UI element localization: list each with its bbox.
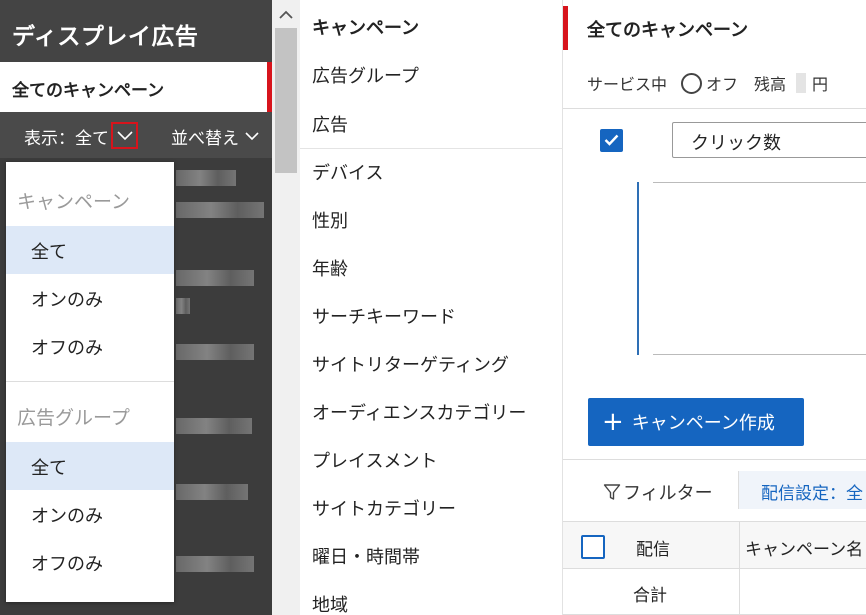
blurred-list-item xyxy=(176,298,190,314)
nav-item-region[interactable]: 地域 xyxy=(312,591,348,615)
balance-currency: 円 xyxy=(812,75,829,94)
select-all-checkbox[interactable] xyxy=(581,535,605,559)
sort-label: 並べ替え xyxy=(171,129,239,149)
check-icon xyxy=(604,134,619,146)
total-label: 合計 xyxy=(633,586,667,606)
sidebar-title: ディスプレイ広告 xyxy=(0,0,272,62)
blurred-list-item xyxy=(176,344,254,360)
column-divider xyxy=(739,522,740,570)
divider xyxy=(563,459,866,460)
report-type-nav: キャンペーン 広告グループ 広告 デバイス 性別 年齢 サーチキーワード サイト… xyxy=(300,0,563,615)
metric-select[interactable]: クリック数 xyxy=(672,122,866,158)
current-campaign-selector[interactable]: 全てのキャンペーン xyxy=(0,62,272,112)
nav-item-campaign[interactable]: キャンペーン xyxy=(312,14,419,40)
divider xyxy=(563,108,866,109)
blurred-balance-value xyxy=(796,73,807,93)
column-divider xyxy=(739,569,740,615)
main-panel: 全てのキャンペーン サービス中 オフ 残高 円 クリック数 + キャンペーン作成… xyxy=(563,0,866,615)
nav-item-day-time[interactable]: 曜日・時間帯 xyxy=(312,543,420,569)
scrollbar-thumb[interactable] xyxy=(275,28,297,173)
nav-item-placement[interactable]: プレイスメント xyxy=(312,447,437,473)
active-indicator xyxy=(563,6,568,50)
nav-item-device[interactable]: デバイス xyxy=(312,159,383,185)
nav-item-site-category[interactable]: サイトカテゴリー xyxy=(312,495,456,521)
chevron-down-icon xyxy=(116,130,133,140)
dropdown-option-campaign-on[interactable]: オンのみ xyxy=(6,274,174,322)
sidebar-scrollbar[interactable] xyxy=(272,0,300,615)
page-title: 全てのキャンペーン xyxy=(587,20,749,41)
off-radio[interactable] xyxy=(681,72,703,94)
show-filter[interactable]: 表示：全て xyxy=(24,122,138,149)
dropdown-option-adgroup-on[interactable]: オンのみ xyxy=(6,490,174,538)
nav-item-ad[interactable]: 広告 xyxy=(312,111,348,137)
chart-gridline xyxy=(653,354,866,355)
dropdown-section-header: 広告グループ xyxy=(17,407,130,429)
nav-item-audience-category[interactable]: オーディエンスカテゴリー xyxy=(312,399,526,425)
metric-checkbox[interactable] xyxy=(600,128,623,152)
table-header: 配信 キャンペーン名 xyxy=(563,521,866,570)
filter-icon xyxy=(603,484,621,500)
column-header-campaign-name[interactable]: キャンペーン名 xyxy=(745,535,863,560)
sidebar-toolbar: 表示：全て 並べ替え xyxy=(0,112,272,158)
show-filter-label: 表示：全て xyxy=(24,129,109,149)
scroll-up-arrow-icon[interactable] xyxy=(279,10,293,19)
status-row: サービス中 オフ 残高 円 xyxy=(587,71,828,95)
blurred-list-item xyxy=(176,170,236,186)
blurred-list-item xyxy=(176,556,254,572)
column-header-delivery[interactable]: 配信 xyxy=(636,535,670,560)
nav-item-search-keyword[interactable]: サーチキーワード xyxy=(312,303,456,329)
create-campaign-button[interactable]: + キャンペーン作成 xyxy=(588,398,804,446)
dropdown-option-adgroup-off[interactable]: オフのみ xyxy=(6,538,174,586)
metric-row: クリック数 xyxy=(600,122,866,158)
filter-button[interactable]: フィルター xyxy=(603,479,713,505)
nav-item-site-retargeting[interactable]: サイトリターゲティング xyxy=(312,351,509,377)
blurred-list-item xyxy=(176,484,248,500)
blurred-list-item xyxy=(176,270,254,286)
show-filter-dropdown: キャンペーン 全て オンのみ オフのみ 広告グループ 全て オンのみ オフのみ xyxy=(6,162,174,602)
table-total-row: 合計 xyxy=(563,569,866,615)
plus-icon: + xyxy=(602,407,624,437)
nav-item-age[interactable]: 年齢 xyxy=(312,255,348,281)
status-off-label: オフ xyxy=(706,75,739,94)
status-service: サービス中 xyxy=(587,75,668,94)
dropdown-option-campaign-off[interactable]: オフのみ xyxy=(6,322,174,370)
nav-item-ad-group[interactable]: 広告グループ xyxy=(312,62,419,88)
sort-button[interactable]: 並べ替え xyxy=(171,124,259,149)
create-campaign-label: キャンペーン作成 xyxy=(631,413,775,434)
blurred-list-item xyxy=(176,202,264,218)
delivery-setting-filter[interactable]: 配信設定：全 xyxy=(738,471,866,509)
balance-label: 残高 xyxy=(754,75,787,94)
chart-y-axis xyxy=(637,182,639,355)
nav-divider xyxy=(300,148,563,149)
chart-area xyxy=(637,182,866,357)
show-filter-dropdown-button[interactable] xyxy=(111,122,138,149)
dropdown-option-adgroup-all[interactable]: 全て xyxy=(6,442,174,490)
blurred-list-item xyxy=(176,418,252,434)
nav-item-gender[interactable]: 性別 xyxy=(312,207,348,233)
chevron-down-icon xyxy=(245,132,259,141)
dropdown-section-header: キャンペーン xyxy=(17,191,131,213)
filter-label: フィルター xyxy=(623,483,713,504)
chart-gridline xyxy=(653,182,866,183)
dropdown-option-campaign-all[interactable]: 全て xyxy=(6,226,174,274)
